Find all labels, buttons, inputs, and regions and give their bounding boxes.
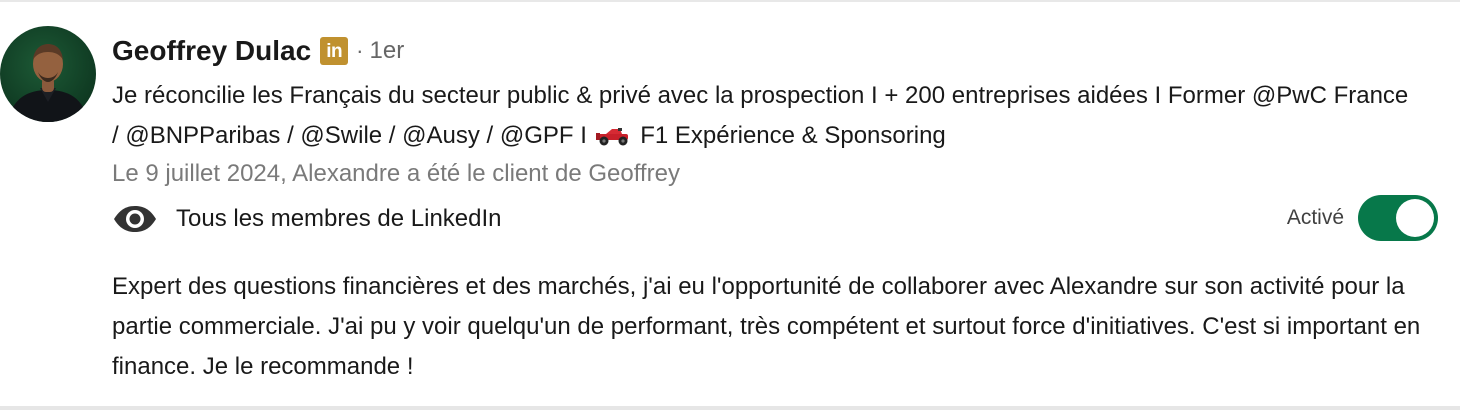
toggle-knob[interactable] (1396, 199, 1434, 237)
visibility-toggle[interactable] (1358, 195, 1438, 241)
recommender-header: Geoffrey Dulac in · 1er (112, 33, 404, 69)
linkedin-premium-icon: in (320, 37, 349, 65)
profile-photo-icon (8, 44, 88, 122)
visibility-setting[interactable]: Tous les membres de LinkedIn (112, 200, 502, 238)
headline-suffix: F1 Expérience & Sponsoring (640, 122, 946, 149)
top-divider (0, 0, 1460, 2)
bottom-divider (0, 406, 1460, 410)
connection-degree: 1er (369, 37, 405, 64)
visibility-toggle-area: Activé (1287, 194, 1438, 242)
recommender-headline: Je réconcilie les Français du secteur pu… (112, 76, 1412, 156)
recommender-name[interactable]: Geoffrey Dulac (112, 35, 311, 67)
separator-dot: · (356, 38, 364, 63)
eye-icon (114, 206, 156, 232)
recommendation-text: Expert des questions financières et des … (112, 273, 1421, 380)
race-car-icon (595, 128, 628, 146)
toggle-state-label: Activé (1286, 206, 1344, 229)
relationship-text: Le 9 juillet 2024, Alexandre a été le cl… (112, 160, 680, 187)
visibility-label: Tous les membres de LinkedIn (176, 205, 502, 232)
avatar[interactable] (0, 26, 96, 122)
